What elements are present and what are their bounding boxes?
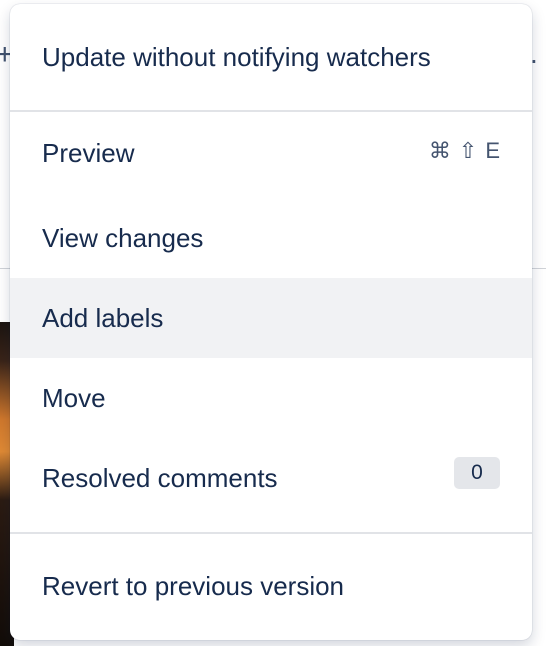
more-actions-menu: Update without notifying watchers Previe… (10, 4, 532, 640)
menu-item-update-without-notifying[interactable]: Update without notifying watchers (10, 4, 532, 110)
menu-section-actions: Preview ⌘ ⇧ E View changes Add labels Mo… (10, 112, 532, 532)
e-key: E (485, 138, 500, 163)
menu-item-label: Resolved comments (42, 462, 278, 493)
menu-item-move[interactable]: Move (10, 358, 532, 438)
menu-item-label: Update without notifying watchers (42, 41, 431, 72)
shift-key-icon: ⇧ (458, 138, 478, 163)
keyboard-shortcut: ⌘ ⇧ E (429, 138, 500, 164)
menu-item-label: Revert to previous version (42, 570, 345, 601)
menu-section-publish: Update without notifying watchers (10, 4, 532, 110)
menu-item-label: Preview (42, 138, 135, 168)
menu-item-resolved-comments[interactable]: Resolved comments 0 (10, 438, 532, 518)
menu-section-history: Revert to previous version (10, 534, 532, 638)
menu-item-label: View changes (42, 222, 204, 253)
menu-item-label: Move (42, 382, 106, 413)
count-badge: 0 (454, 457, 500, 489)
menu-item-preview[interactable]: Preview ⌘ ⇧ E (10, 138, 532, 198)
menu-item-label: Add labels (42, 302, 164, 333)
menu-item-add-labels[interactable]: Add labels (10, 278, 532, 358)
command-key-icon: ⌘ (428, 138, 451, 163)
menu-item-view-changes[interactable]: View changes (10, 198, 532, 278)
menu-item-revert-version[interactable]: Revert to previous version (10, 534, 532, 638)
